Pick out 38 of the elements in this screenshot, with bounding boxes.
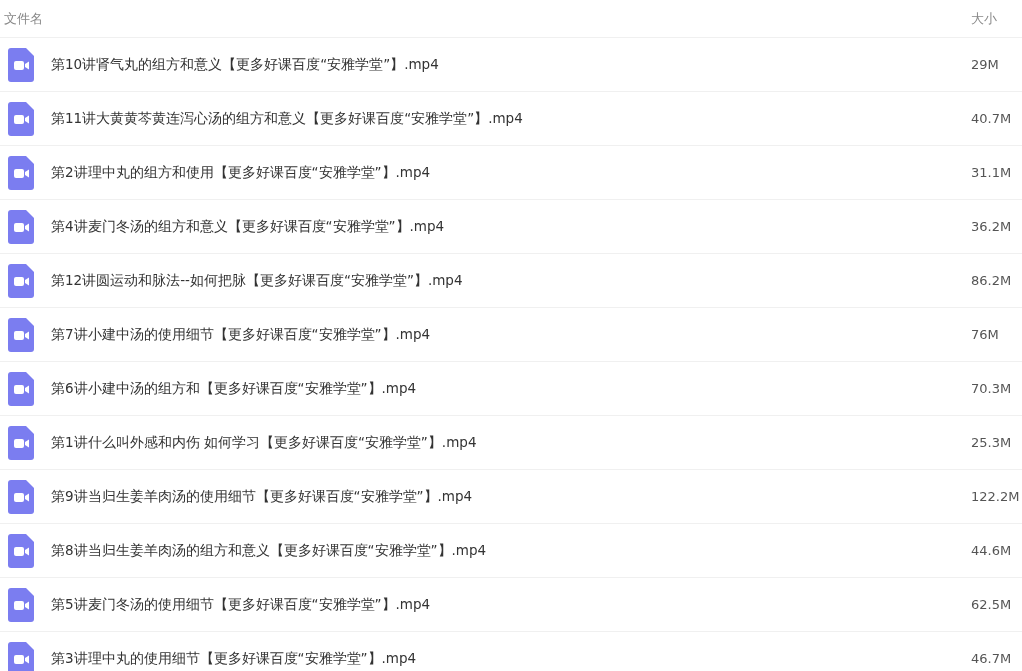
file-size: 31.1M (971, 165, 1013, 180)
file-name[interactable]: 第3讲理中丸的使用细节【更多好课百度“安雅学堂”】.mp4 (51, 649, 971, 668)
file-size: 76M (971, 327, 1000, 342)
video-file-icon (8, 425, 34, 460)
file-name[interactable]: 第6讲小建中汤的组方和【更多好课百度“安雅学堂”】.mp4 (51, 379, 971, 398)
video-file-icon (8, 209, 34, 244)
file-size: 36.2M (971, 219, 1013, 234)
video-file-icon (8, 155, 34, 190)
file-name[interactable]: 第7讲小建中汤的使用细节【更多好课百度“安雅学堂”】.mp4 (51, 325, 971, 344)
video-file-icon (8, 317, 34, 352)
file-size: 25.3M (971, 435, 1013, 450)
file-name[interactable]: 第12讲圆运动和脉法--如何把脉【更多好课百度“安雅学堂”】.mp4 (51, 271, 971, 290)
video-file-icon (8, 641, 34, 671)
file-size: 70.3M (971, 381, 1013, 396)
video-file-icon (8, 371, 34, 406)
file-name[interactable]: 第11讲大黄黄芩黄连泻心汤的组方和意义【更多好课百度“安雅学堂”】.mp4 (51, 109, 971, 128)
file-size: 86.2M (971, 273, 1013, 288)
file-name[interactable]: 第1讲什么叫外感和内伤 如何学习【更多好课百度“安雅学堂”】.mp4 (51, 433, 971, 452)
file-size: 44.6M (971, 543, 1013, 558)
column-header[interactable]: 大小 (971, 9, 1022, 28)
file-size: 40.7M (971, 111, 1013, 126)
video-file-icon (8, 533, 34, 568)
video-file-icon (8, 587, 34, 622)
column-header[interactable]: 文件名 (4, 9, 971, 28)
file-name[interactable]: 第9讲当归生姜羊肉汤的使用细节【更多好课百度“安雅学堂”】.mp4 (51, 487, 971, 506)
file-name[interactable]: 第10讲肾气丸的组方和意义【更多好课百度“安雅学堂”】.mp4 (51, 55, 971, 74)
file-size: 46.7M (971, 651, 1013, 666)
file-name[interactable]: 第8讲当归生姜羊肉汤的组方和意义【更多好课百度“安雅学堂”】.mp4 (51, 541, 971, 560)
video-file-icon (8, 263, 34, 298)
video-file-icon (8, 479, 34, 514)
file-size: 29M (971, 57, 1000, 72)
file-name[interactable]: 第4讲麦门冬汤的组方和意义【更多好课百度“安雅学堂”】.mp4 (51, 217, 971, 236)
file-size: 122.2M (971, 489, 1021, 504)
video-file-icon (8, 101, 34, 136)
file-size: 62.5M (971, 597, 1013, 612)
video-file-icon (8, 47, 34, 82)
file-name[interactable]: 第2讲理中丸的组方和使用【更多好课百度“安雅学堂”】.mp4 (51, 163, 971, 182)
file-name[interactable]: 第5讲麦门冬汤的使用细节【更多好课百度“安雅学堂”】.mp4 (51, 595, 971, 614)
